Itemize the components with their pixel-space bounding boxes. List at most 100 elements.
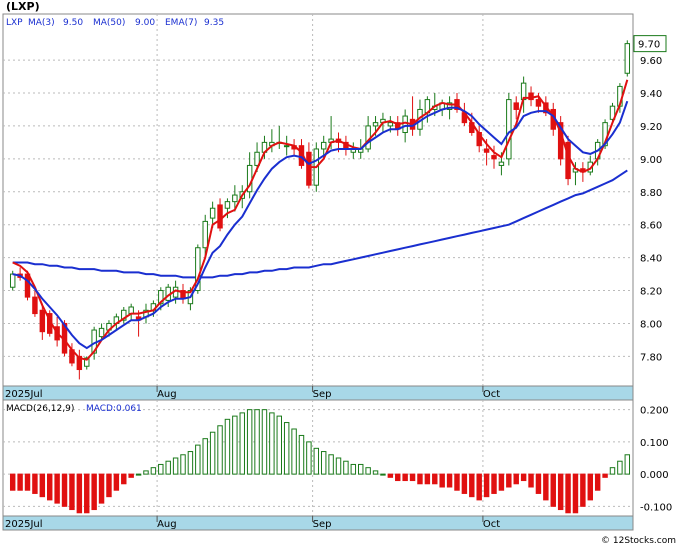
macd-bar [98, 473, 105, 504]
macd-bar [269, 412, 275, 475]
candle-body [217, 204, 223, 229]
candle-body [232, 194, 238, 203]
candle-body [498, 161, 505, 166]
macd-bar [483, 473, 490, 498]
price-tick-label: 8.00 [640, 319, 662, 330]
price-tick-label: 9.60 [640, 56, 662, 67]
macd-bar [121, 473, 127, 485]
macd-bar [54, 473, 60, 504]
macd-bar [291, 428, 297, 475]
candle-body [506, 99, 512, 160]
macd-bar [106, 473, 112, 498]
macd-bar [298, 434, 305, 475]
macd-bar [246, 409, 253, 475]
legend-ema7-label: EMA(7) [165, 18, 197, 28]
candle-body [306, 151, 312, 186]
macd-bar [528, 473, 534, 488]
macd-month-label: Sep [313, 519, 332, 530]
macd-bar [17, 473, 23, 491]
candle-body [372, 122, 379, 127]
candle-body [9, 273, 16, 288]
macd-bar [372, 470, 379, 475]
price-tick-label: 7.80 [640, 352, 662, 363]
macd-bar [594, 473, 601, 491]
macd-bar [128, 473, 134, 478]
candle-body [320, 141, 327, 150]
macd-bar [328, 454, 334, 475]
price-tick-label: 8.20 [640, 287, 662, 298]
macd-bar [39, 473, 46, 498]
macd-month-label: 2025Jul [5, 519, 43, 530]
macd-bar [209, 431, 216, 475]
macd-bar [113, 473, 120, 491]
candle-body [224, 201, 231, 209]
price-tick-label: 8.80 [640, 188, 662, 199]
legend-ema7-value: 9.35 [204, 18, 224, 28]
macd-bar [498, 473, 505, 491]
macd-bar [165, 460, 171, 475]
candle-body [209, 207, 216, 219]
macd-bar [91, 473, 97, 511]
price-tick-label: 9.20 [640, 122, 662, 133]
macd-legend-value: MACD:0.061 [86, 404, 142, 414]
price-tick-label: 8.40 [640, 254, 662, 265]
macd-bar [491, 473, 497, 494]
macd-bar [306, 441, 312, 475]
price-panel [2, 13, 634, 387]
macd-bar [217, 425, 223, 475]
macd-bar [69, 473, 75, 511]
watermark: © 12Stocks.com [601, 536, 676, 546]
macd-bar [276, 415, 282, 475]
price-month-label: 2025Jul [5, 389, 43, 400]
macd-bar [513, 473, 519, 485]
chart-stage: 7.80 8.00 8.20 8.40 8.60 8.80 9.00 9.20 9.40 9.60… [0, 0, 680, 546]
macd-bar [150, 467, 157, 475]
macd-bar [202, 438, 208, 475]
candle-body [513, 102, 519, 110]
macd-month-label: Aug [157, 519, 177, 530]
macd-bar [580, 473, 586, 507]
candle-body [387, 122, 394, 127]
chart-title: (LXP) [6, 0, 40, 13]
macd-bar [239, 412, 245, 475]
price-tick-label: 9.00 [640, 155, 662, 166]
price-y-axis: 7.80 8.00 8.20 8.40 8.60 8.80 9.00 9.20 9.40 9.60 [640, 56, 662, 363]
macd-bar [187, 451, 194, 475]
macd-bar [232, 415, 238, 475]
macd-bar [224, 418, 231, 475]
macd-tick-label: 0.200 [640, 406, 669, 417]
macd-bar [439, 473, 445, 488]
macd-bar [254, 409, 260, 475]
legend-ma3-value: 9.50 [63, 18, 83, 28]
macd-bar [143, 470, 149, 475]
legend-ma3-label: MA(3) [28, 18, 55, 28]
macd-bar [535, 473, 542, 494]
macd-tick-label: -0.100 [640, 502, 672, 513]
macd-bar [617, 460, 623, 475]
macd-bar [24, 473, 31, 491]
macd-bar [320, 451, 327, 475]
candle-body [624, 43, 631, 74]
macd-bar [172, 457, 179, 475]
price-month-label: Oct [483, 389, 500, 400]
macd-bar [32, 473, 38, 494]
macd-bar [454, 473, 460, 491]
macd-bar [543, 473, 549, 501]
macd-bar [424, 473, 431, 485]
macd-bar [61, 473, 68, 507]
macd-bar [158, 463, 164, 475]
price-tick-label: 8.60 [640, 221, 662, 232]
macd-bar [395, 473, 401, 482]
macd-bar [283, 422, 290, 475]
macd-bar [180, 454, 186, 475]
macd-bar [402, 473, 408, 482]
macd-bar [557, 473, 564, 511]
stock-chart: 7.80 8.00 8.20 8.40 8.60 8.80 9.00 9.20 9.40 9.60… [2, 0, 676, 546]
macd-bar [572, 473, 579, 514]
macd-bar [387, 473, 394, 478]
macd-bar [84, 473, 90, 514]
price-month-label: Sep [313, 389, 332, 400]
last-price-tag-text: 9.70 [638, 40, 660, 51]
macd-bar [365, 467, 371, 475]
macd-bar [520, 473, 527, 482]
